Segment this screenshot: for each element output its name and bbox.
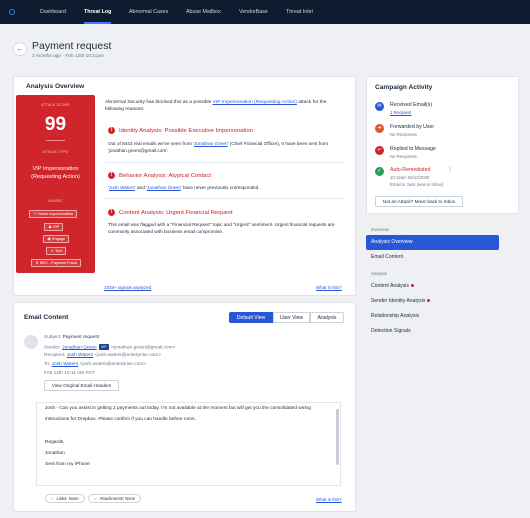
tab-abnormal-cases[interactable]: Abnormal Cases [129, 0, 168, 24]
recipients-link[interactable]: 1 Recipient [390, 110, 412, 115]
reason-behavior-title: Behavior Analysis: Atypical Contact [119, 173, 212, 179]
reply-icon: ↩ [375, 146, 384, 155]
check-icon: ✓ [51, 496, 55, 501]
engage-icon: ◉ [47, 237, 51, 241]
email-content-title: Email Content [24, 314, 69, 321]
attack-type-value: VIP Impersonation (Requesting Action) [31, 166, 80, 180]
user-icon: ⚇ [33, 212, 37, 216]
alert-icon: ! [108, 209, 115, 216]
analysis-intro: Abnormal Security has blocked this as a … [105, 100, 327, 112]
view-default-button[interactable]: Default View [229, 312, 273, 323]
email-body-line: Jonathan [45, 451, 65, 456]
reason-identity-text: Out of 8443 real emails we've seen from … [108, 141, 329, 154]
check-icon: ✓ [94, 496, 98, 501]
forward-icon: ➜ [375, 124, 384, 133]
reason-content-title: Content Analysis: Urgent Financial Reque… [119, 210, 233, 216]
avatar [24, 335, 38, 349]
email-sender: Sender: Jonathan Green VIP <jonathan.gre… [44, 344, 176, 351]
view-user-button[interactable]: User View [273, 312, 310, 323]
reason-behavior-text: 'Josh Waters' and 'Jonathan Green' have … [108, 185, 260, 190]
email-recipient: Recipient: Josh Waters <josh.waters@ente… [44, 353, 161, 358]
tag-vip: ♟VIP [44, 223, 64, 231]
tag-engage: ◉Engage [43, 235, 70, 243]
dollar-icon: $ [35, 261, 39, 265]
analysis-section-label: Analysis [371, 271, 388, 276]
move-to-inbox-button[interactable]: Not an Attack? Move back to Inbox [375, 196, 463, 207]
tag-name-impersonation: ⚇Name Impersonation [29, 210, 78, 218]
sender-link[interactable]: Jonathan Green [194, 141, 228, 146]
overview-section-label: Overview [371, 227, 389, 232]
more-options-icon[interactable]: ⋮ [447, 166, 453, 173]
recipient-link[interactable]: Josh Waters [109, 185, 135, 190]
check-icon: ✓ [375, 167, 384, 176]
email-body-line: Sent from my iPhone [45, 462, 90, 467]
analysis-overview-title: Analysis Overview [26, 83, 85, 90]
alert-dot-icon [410, 284, 414, 288]
campaign-activity-card [366, 76, 519, 214]
text-icon: ≡ [50, 249, 54, 253]
sender-link[interactable]: Jonathan Green [147, 185, 181, 190]
abnormal-logo-icon[interactable] [9, 9, 15, 15]
tab-abuse-mailbox[interactable]: Abuse Mailbox [186, 0, 221, 24]
campaign-activity-title: Campaign Activity [375, 84, 433, 91]
sender-link[interactable]: Jonathan Green [62, 345, 96, 350]
email-body: Josh - Can you assist in getting 2 payme… [36, 402, 341, 486]
alert-icon: ! [108, 127, 115, 134]
sidenav-detection-signals[interactable]: Detection Signals [366, 324, 499, 339]
arrow-left-icon: ← [16, 45, 24, 53]
reason-identity-title: Identity Analysis: Possible Executive Im… [119, 128, 253, 134]
email-body-line: Regards, [45, 440, 65, 445]
tab-vendorbase[interactable]: VendorBase [239, 0, 268, 24]
sidenav-email-content[interactable]: Email Content [366, 250, 499, 265]
email-body-line: instructions for Dropbox. Please confirm… [45, 417, 196, 422]
reason-content-text: This email was flagged with a "Financial… [108, 222, 335, 235]
tag-text: ≡ Text [46, 247, 66, 255]
email-to: To: Josh Waters <josh.waters@enterprise.… [44, 362, 147, 367]
email-subject: Subject: Payment request [44, 335, 99, 340]
view-analysis-button[interactable]: Analysis [310, 312, 344, 323]
what-is-this-link[interactable]: What is this? [316, 285, 342, 290]
attack-type-link[interactable]: VIP Impersonation (Requesting Action) [213, 100, 297, 105]
recipient-link[interactable]: Josh Waters [67, 353, 93, 358]
tab-threat-log[interactable]: Threat Log [84, 0, 112, 24]
alert-icon: ! [108, 172, 115, 179]
links-tag: ✓ Links: None [45, 494, 85, 503]
alert-dot-icon [427, 299, 431, 303]
tag-bec-payment-fraud: $ BEC - Payment Fraud [31, 259, 82, 267]
attack-score-value: 99 [44, 114, 67, 135]
view-headers-button[interactable]: View Original Email Headers [44, 380, 119, 391]
tab-threat-intel[interactable]: Threat Intel [286, 0, 313, 24]
sidenav-sender-identity-analysis[interactable]: Sender Identity Analysis [366, 294, 499, 309]
what-is-this-link[interactable]: What is this? [316, 497, 342, 502]
vectors-label: VIA/BEC [47, 199, 64, 203]
divider [105, 198, 345, 199]
attack-type-label: ATTACK TYPE [42, 150, 69, 154]
person-icon: ♟ [48, 225, 52, 229]
page-title: Payment request [32, 40, 112, 52]
signals-analyzed-link[interactable]: 1028+ signals analyzed [104, 285, 151, 290]
top-nav: Dashboard Threat Log Abnormal Cases Abus… [0, 0, 530, 24]
back-button[interactable]: ← [13, 42, 27, 56]
divider [105, 162, 345, 163]
sidenav-relationship-analysis[interactable]: Relationship Analysis [366, 309, 499, 324]
email-body-line: Josh - Can you assist in getting 2 payme… [45, 406, 311, 411]
email-date: Feb 12th 10:11 AM PST [44, 371, 95, 376]
sidenav-analysis-overview[interactable]: Analysis Overview [366, 235, 499, 250]
attack-score-label: ATTACK SCORE [41, 103, 70, 107]
sidenav-content-analysis[interactable]: Content Analysis [366, 279, 499, 294]
tab-dashboard[interactable]: Dashboard [40, 0, 66, 24]
vip-badge: VIP [98, 344, 109, 350]
page-subtitle: 2 months ago · Feb 12th 10:11am [32, 54, 104, 59]
attachments-tag: ✓ Attachments: None [88, 494, 142, 503]
scrollbar[interactable] [336, 409, 339, 465]
envelope-icon: ✉ [375, 102, 384, 111]
divider [46, 140, 65, 141]
to-link[interactable]: Josh Waters [52, 362, 78, 367]
